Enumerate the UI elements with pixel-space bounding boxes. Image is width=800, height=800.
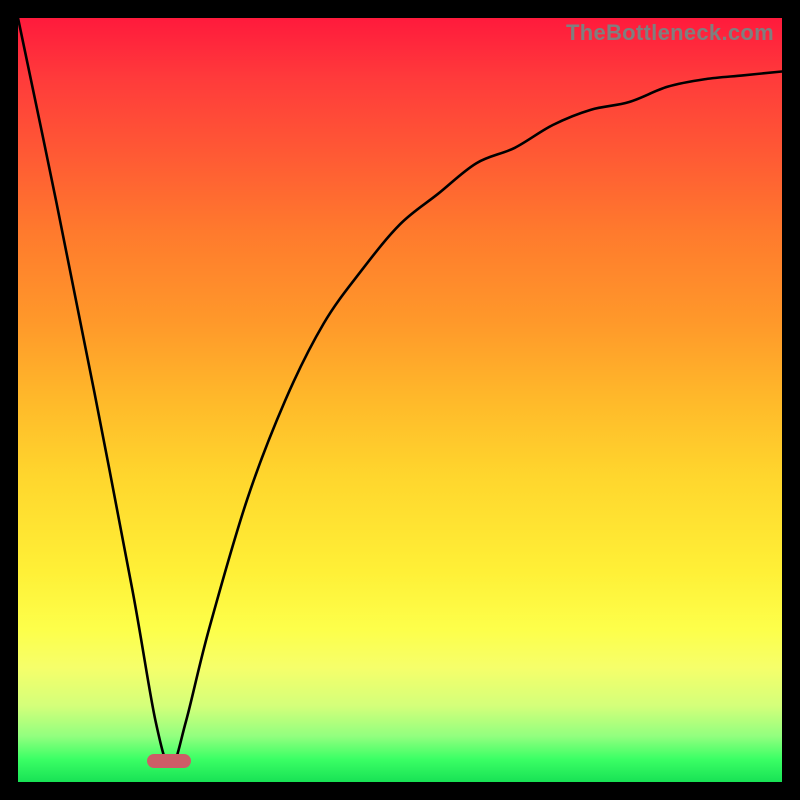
chart-frame: TheBottleneck.com [0,0,800,800]
watermark-text: TheBottleneck.com [566,20,774,46]
chart-plot-area: TheBottleneck.com [18,18,782,782]
optimum-marker [147,754,191,768]
bottleneck-curve [18,18,782,782]
curve-path [18,18,782,767]
